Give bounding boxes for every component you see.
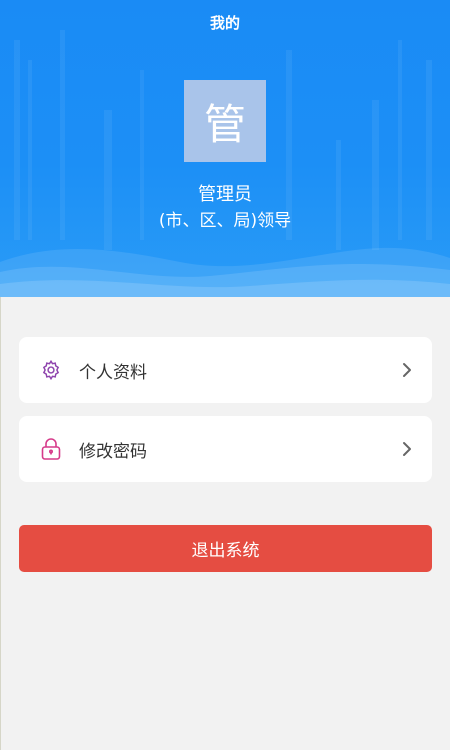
logout-button[interactable]: 退出系统: [19, 525, 432, 572]
lock-icon: [39, 437, 63, 461]
user-role: (市、区、局)领导: [158, 211, 292, 231]
avatar-initial: 管: [203, 99, 246, 149]
menu-item-label: 修改密码: [79, 441, 147, 462]
menu-item-change-password[interactable]: 修改密码: [19, 416, 432, 482]
gear-icon: [39, 358, 63, 382]
avatar: 管: [184, 80, 266, 162]
user-name: 管理员: [198, 184, 252, 205]
menu-item-profile[interactable]: 个人资料: [19, 337, 432, 403]
chevron-right-icon: [400, 439, 414, 459]
page-title: 我的: [209, 14, 240, 32]
profile-header: 我的 管 管理员 (市、区、局)领导: [0, 0, 450, 297]
logout-label: 退出系统: [191, 541, 260, 561]
menu-item-label: 个人资料: [79, 362, 147, 383]
chevron-right-icon: [400, 360, 414, 380]
page-edge-line: [0, 297, 1, 750]
